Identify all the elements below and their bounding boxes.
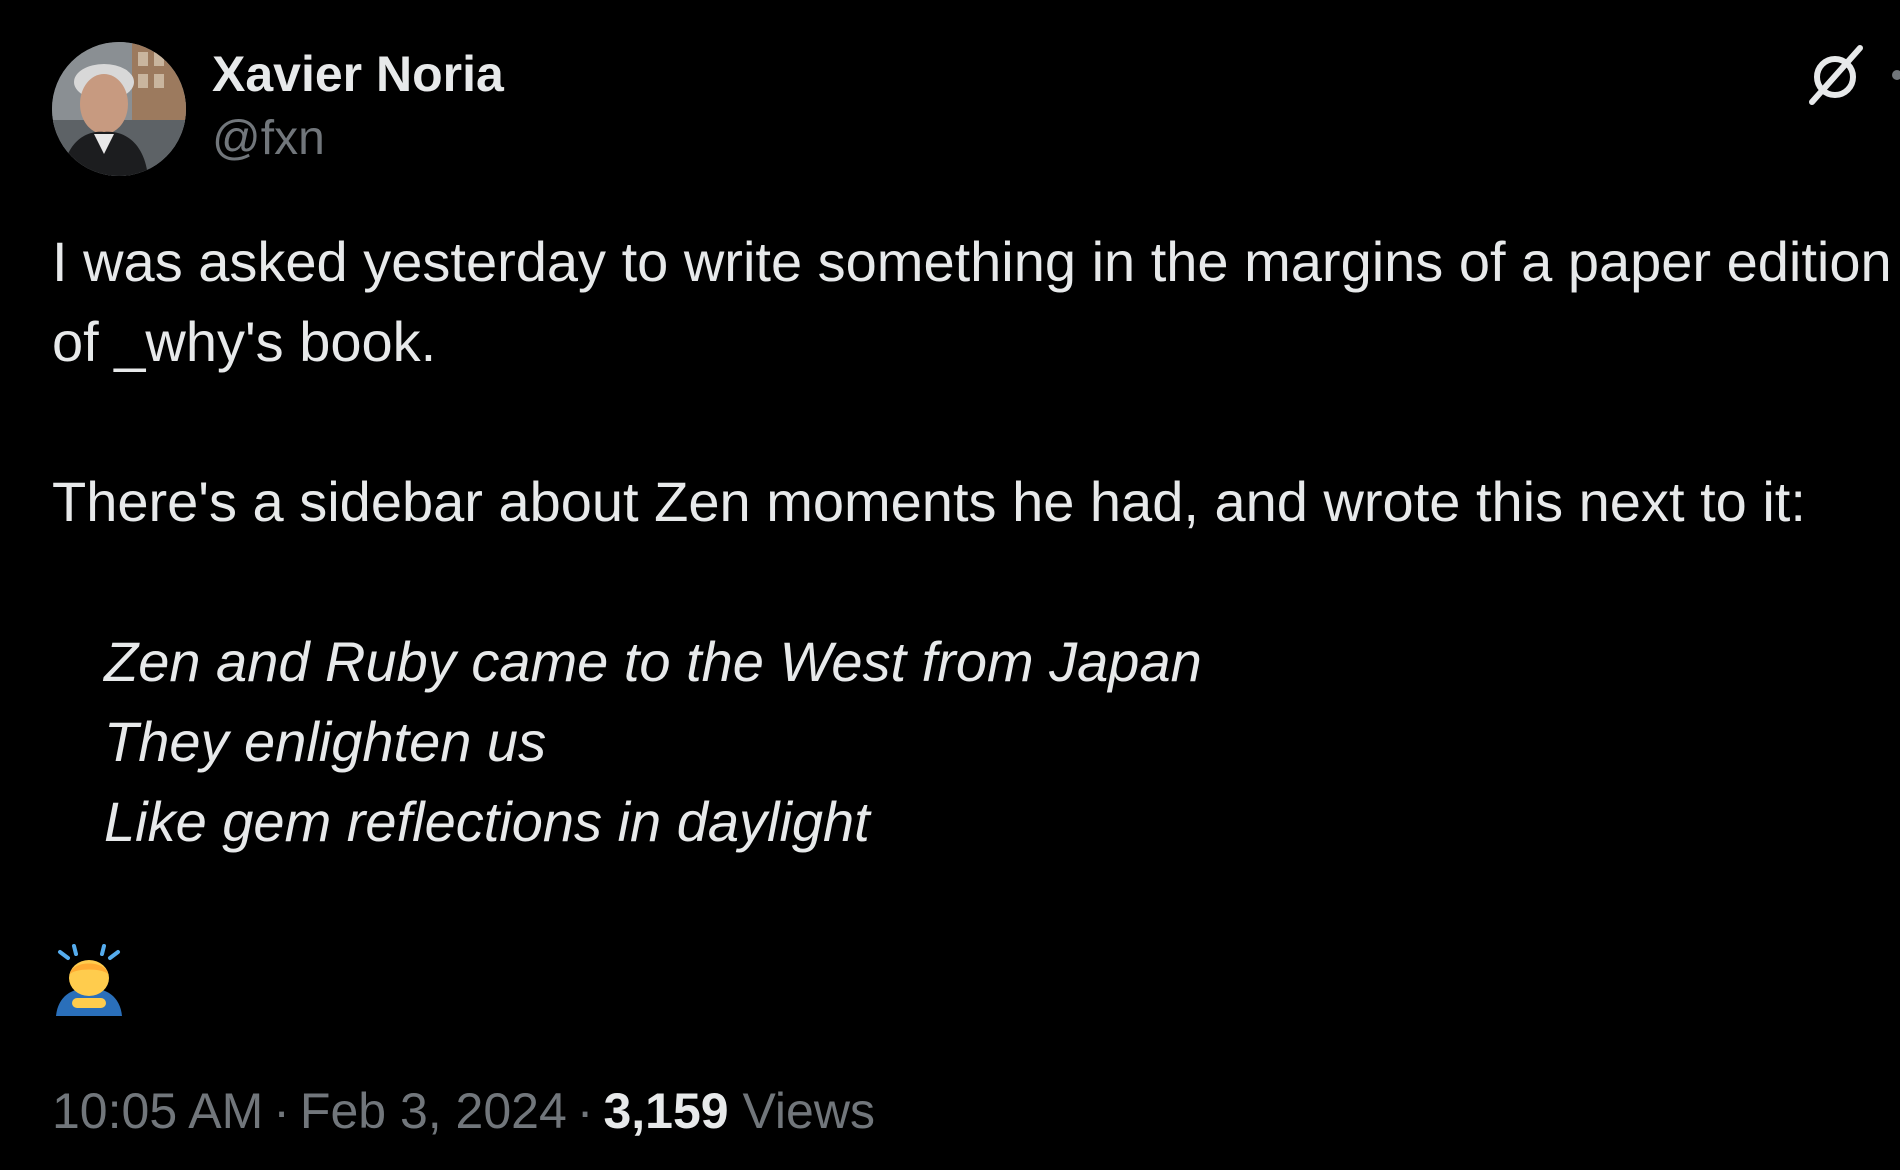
post-date[interactable]: Feb 3, 2024 <box>300 1083 567 1139</box>
poem: Zen and Ruby came to the West from Japan… <box>52 622 1892 862</box>
grok-icon[interactable] <box>1800 40 1870 110</box>
handle[interactable]: @fxn <box>212 108 504 170</box>
poem-line: Zen and Ruby came to the West from Japan <box>104 630 1202 693</box>
poem-line: They enlighten us <box>104 710 547 773</box>
tweet-paragraph-1: I was asked yesterday to write something… <box>52 230 1892 373</box>
bowing-person-emoji <box>56 944 122 1016</box>
tweet: Xavier Noria @fxn I was asked yesterday … <box>0 0 1900 1170</box>
meta-separator: · <box>273 1083 290 1139</box>
meta-separator: · <box>576 1083 594 1139</box>
views-label: Views <box>742 1083 875 1139</box>
tweet-text: I was asked yesterday to write something… <box>52 222 1892 862</box>
top-actions <box>1800 40 1900 110</box>
post-time[interactable]: 10:05 AM <box>52 1083 263 1139</box>
avatar[interactable] <box>52 42 186 176</box>
author-block: Xavier Noria @fxn <box>212 44 504 170</box>
views-count: 3,159 <box>603 1083 729 1139</box>
avatar-photo <box>52 42 186 176</box>
more-icon[interactable] <box>1892 70 1900 80</box>
tweet-meta: 10:05 AM · Feb 3, 2024 · 3,159 Views <box>52 1080 875 1142</box>
tweet-paragraph-2: There's a sidebar about Zen moments he h… <box>52 470 1806 533</box>
poem-line: Like gem reflections in daylight <box>104 790 870 853</box>
display-name[interactable]: Xavier Noria <box>212 44 504 104</box>
